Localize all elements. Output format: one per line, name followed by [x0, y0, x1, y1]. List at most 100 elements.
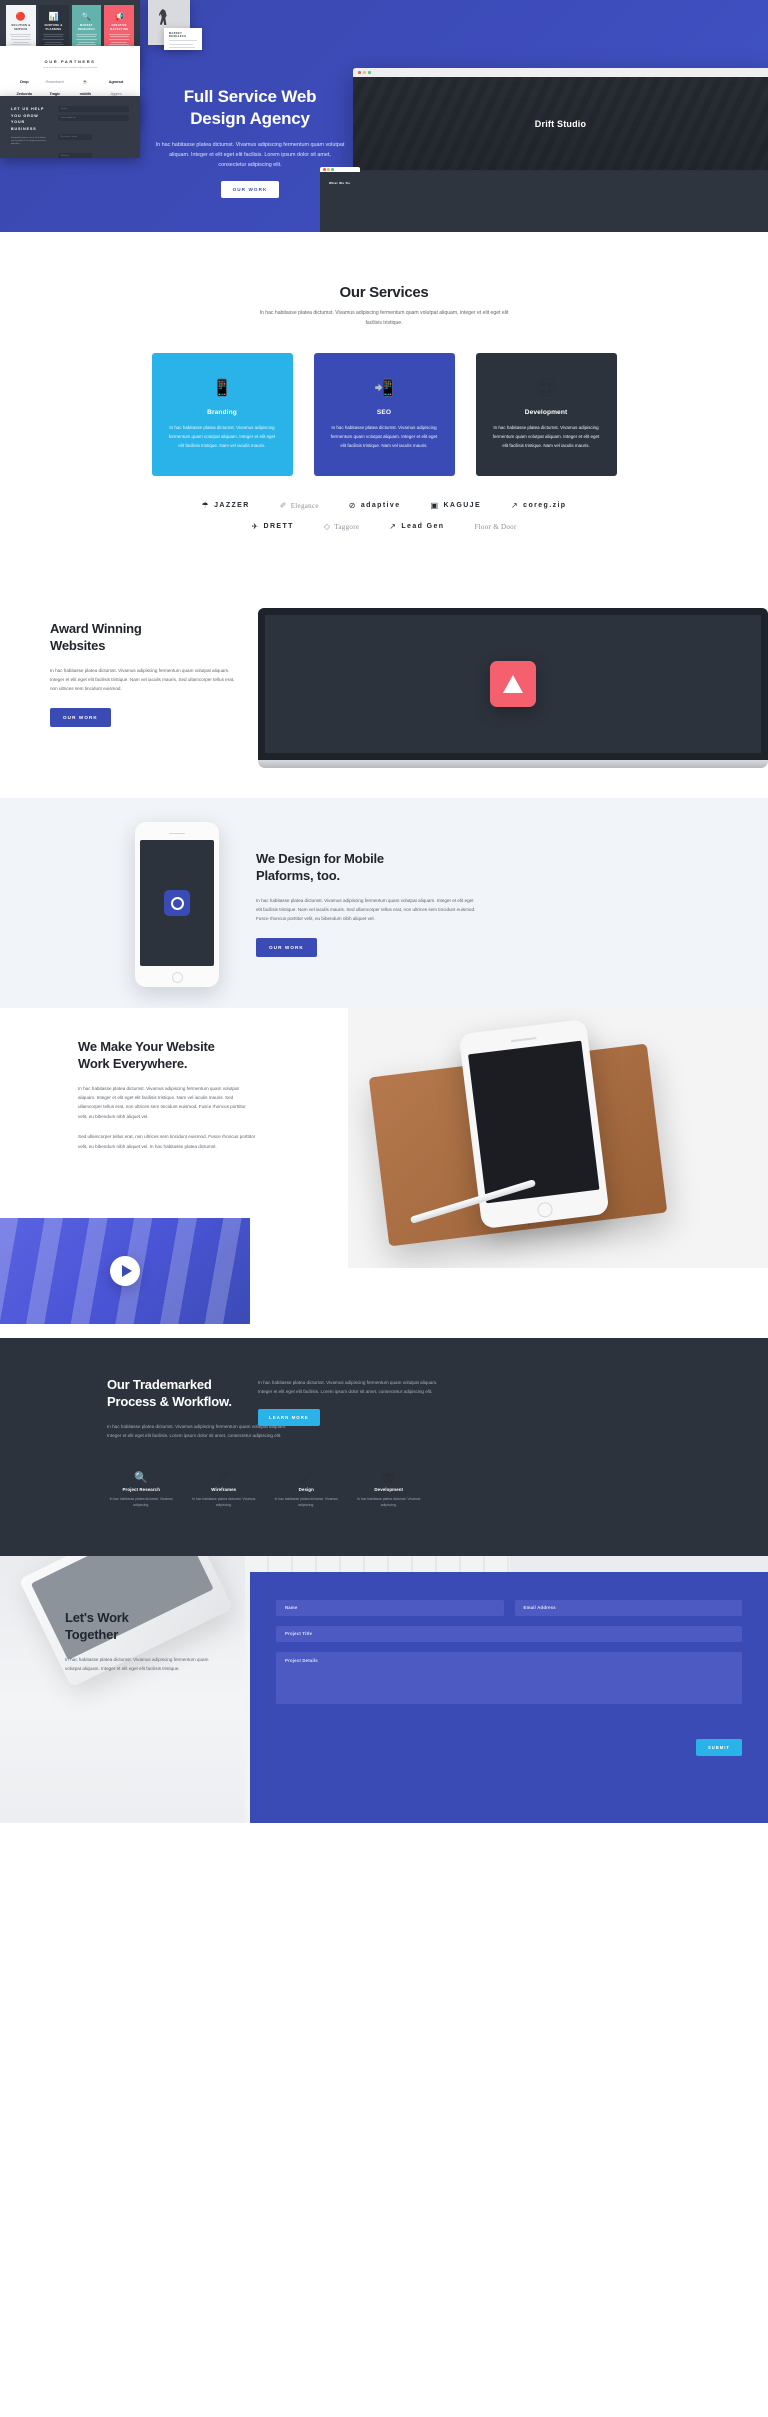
mobile-our-work-button[interactable]: OUR WORK — [256, 937, 317, 957]
everywhere-title-line2: Work Everywhere. — [78, 1056, 188, 1072]
landing-page: 🔴 SOLUTION & SERVICE 📊 NURTURE & PLANNIN… — [0, 0, 768, 2417]
process-step-title: Wireframes — [211, 1486, 237, 1492]
client-logos: ☂ JAZZER ✐ Elegance ⊘ adaptive ▣ KAGUJE ↗ cor… — [0, 500, 768, 531]
diamond-icon: ◇ — [323, 521, 331, 531]
video-promo-block[interactable] — [0, 1217, 250, 1324]
client-logo-kaguje[interactable]: ▣ KAGUJE — [430, 500, 482, 510]
maximize-icon[interactable] — [367, 71, 371, 74]
lead-email-field[interactable]: Email Address — [58, 115, 129, 121]
award-our-work-button[interactable]: OUR WORK — [50, 707, 111, 727]
award-title-line2: Websites — [50, 638, 106, 654]
minimize-icon[interactable] — [362, 71, 366, 74]
phone-speaker — [169, 832, 185, 835]
client-logo-adaptive[interactable]: ⊘ adaptive — [348, 500, 401, 510]
person-silhouette-icon — [159, 9, 167, 25]
award-title-line1: Award Winning — [50, 620, 142, 636]
contact-content: Let's Work Together In hac habitasse pla… — [65, 1609, 225, 1674]
laptop-base — [258, 759, 768, 768]
service-card-title: Branding — [207, 408, 237, 416]
client-logo-drett[interactable]: ✈ DRETT — [251, 522, 293, 531]
feature-card-title: SOLUTION & SERVICE — [11, 24, 31, 31]
client-logo-leadgen[interactable]: ↗ Lead Gen — [389, 522, 444, 531]
client-logo-jazzer[interactable]: ☂ JAZZER — [202, 501, 250, 510]
service-card-development[interactable]: 🎛 Development In hac habitasse platea di… — [475, 352, 617, 476]
service-card-title: SEO — [376, 408, 392, 416]
triangle-logo-badge — [490, 660, 536, 707]
lead-website-field[interactable]: Website — [58, 153, 93, 158]
phone-home-button[interactable] — [171, 972, 183, 984]
client-logo-label: coreg.zip — [523, 502, 567, 510]
browser-brand: Drift Studio — [534, 118, 587, 129]
slash-circle-icon: ⊘ — [348, 500, 357, 510]
close-icon[interactable] — [358, 71, 361, 74]
everywhere-section: We Make Your Website Work Everywhere. In… — [0, 1007, 768, 1338]
client-logo-coregzip[interactable]: ↗ coreg.zip — [511, 501, 567, 510]
process-learn-more-button[interactable]: LEARN MORE — [258, 1408, 320, 1426]
award-body: In hac habitasse platea dictumst. Vivamu… — [50, 667, 235, 692]
mobile-body: In hac habitasse platea dictumst. Vivamu… — [256, 897, 476, 922]
client-logo-taggore[interactable]: ◇ Taggore — [323, 521, 359, 531]
research-card-title: MARKET RESEARCH — [169, 32, 187, 38]
contact-project-title-input[interactable]: Project Title — [276, 1625, 742, 1642]
process-step-design: 🖌 Design In hac habitasse platea dictums… — [265, 1470, 348, 1509]
process-step-title: Development — [374, 1486, 404, 1492]
services-subtitle: In hac habitasse platea dictumst. Vivamu… — [259, 310, 509, 326]
process-step-text: In hac habitasse platea dictumst. Vivamu… — [357, 1496, 421, 1508]
phone-home-button[interactable] — [536, 1201, 553, 1219]
mobile-section: We Design for Mobile Plaforms, too. In h… — [0, 797, 768, 1008]
divider — [169, 40, 197, 42]
client-logo-label: Elegance — [290, 501, 319, 510]
laptop-mockup — [258, 607, 768, 768]
partner-logo: Drop — [19, 79, 29, 85]
mobile-tap-icon: 📲 — [374, 379, 394, 397]
contact-name-placeholder: Name — [285, 1605, 298, 1611]
process-step-project-research: 🔍 Project Research In hac habitasse plat… — [100, 1470, 183, 1509]
feature-card-title: CREATIVE MARKETING — [109, 24, 129, 31]
divider — [169, 46, 195, 48]
client-logo-elegance[interactable]: ✐ Elegance — [279, 500, 319, 510]
partners-heading: OUR PARTNERS — [44, 59, 96, 64]
everywhere-body-2: Sed ullamcorper tellus erat, non ultrice… — [78, 1134, 256, 1149]
service-card-text: In hac habitasse platea dictumst. Vivamu… — [492, 424, 600, 449]
client-logo-label: Floor & Door — [474, 522, 517, 531]
service-card-title: Development — [524, 408, 568, 416]
hero-title-line2: Design Agency — [190, 109, 310, 129]
client-logo-floordoor[interactable]: Floor & Door — [474, 523, 516, 531]
mobile-title: We Design for Mobile Plaforms, too. — [256, 850, 476, 885]
browser-titlebar — [353, 68, 768, 77]
phone-screen — [468, 1040, 600, 1204]
contact-email-input[interactable]: Email Address — [514, 1599, 742, 1616]
contact-name-input[interactable]: Name — [276, 1599, 504, 1616]
ring-icon — [170, 896, 184, 910]
field-label: Name — [61, 108, 67, 110]
lead-business-field[interactable]: Business Name — [58, 134, 93, 140]
contact-project-details-input[interactable]: Project Details — [276, 1651, 742, 1704]
service-card-seo[interactable]: 📲 SEO In hac habitasse platea dictumst. … — [313, 352, 455, 476]
mobile-content: We Design for Mobile Plaforms, too. In h… — [256, 850, 476, 957]
hero-our-work-button[interactable]: OUR WORK — [220, 180, 280, 198]
contact-body: In hac habitasse platea dictumst. Vivamu… — [65, 1656, 209, 1672]
megaphone-icon: 📢 — [114, 11, 125, 21]
play-icon[interactable] — [110, 1255, 140, 1286]
process-step-text: In hac habitasse platea dictumst. Vivamu… — [192, 1496, 256, 1508]
award-section: Award Winning Websites In hac habitasse … — [0, 607, 768, 784]
pen-icon: ✐ — [279, 500, 287, 510]
services-section: Our Services In hac habitasse platea dic… — [0, 232, 768, 564]
lead-name-field[interactable]: Name — [58, 106, 129, 112]
pen-ruler-icon: 🖊 — [216, 1471, 231, 1484]
service-card-branding[interactable]: 📱 Branding In hac habitasse platea dictu… — [151, 352, 293, 476]
contact-project-details-placeholder: Project Details — [285, 1657, 318, 1663]
browser-hero: Drift Studio — [353, 77, 768, 170]
contact-email-placeholder: Email Address — [523, 1605, 556, 1611]
laptop-screen — [258, 607, 768, 760]
square-icon: ▣ — [430, 500, 440, 510]
feature-card-title: MARKET RESEARCH — [77, 24, 95, 31]
contact-submit-button[interactable]: SUBMIT — [695, 1738, 742, 1756]
service-cards: 📱 Branding In hac habitasse platea dictu… — [0, 352, 768, 476]
hero-subtitle: In hac habitasse platea dictumst. Vivamu… — [155, 141, 345, 168]
mobile-title-line1: We Design for Mobile — [256, 850, 384, 866]
contact-title-line2: Together — [65, 1627, 119, 1643]
field-label: Website — [61, 155, 70, 157]
hero-content: Full Service Web Design Agency In hac ha… — [155, 86, 345, 198]
hero-title-line1: Full Service Web — [183, 87, 317, 106]
